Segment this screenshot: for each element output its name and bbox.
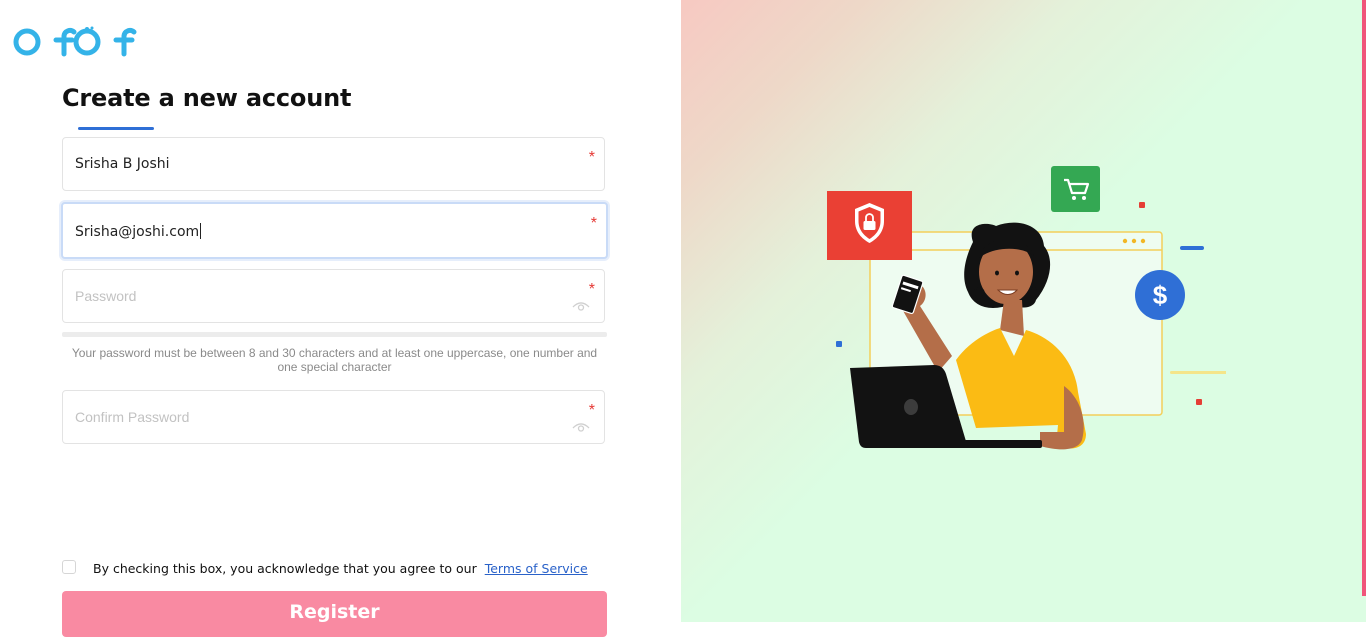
confetti-dot	[836, 341, 842, 347]
confetti-line	[1170, 371, 1226, 374]
required-marker: *	[588, 402, 595, 419]
confetti-line	[1180, 246, 1204, 250]
terms-agreement: By checking this box, you acknowledge th…	[93, 561, 588, 576]
svg-text:$: $	[1153, 280, 1168, 310]
register-button[interactable]: Register	[62, 591, 607, 637]
required-marker: *	[590, 215, 597, 232]
shopping-cart-icon	[1051, 166, 1100, 212]
title-underline	[78, 127, 154, 130]
required-marker: *	[588, 149, 595, 166]
email-value: Srisha@joshi.com	[75, 223, 202, 240]
show-password-eye-icon[interactable]	[572, 300, 590, 312]
browser-dots	[1122, 238, 1146, 244]
confirm-password-placeholder: Confirm Password	[75, 409, 190, 425]
password-field[interactable]: Password *	[62, 269, 605, 323]
full-name-value: Srisha B Joshi	[75, 156, 170, 172]
password-placeholder: Password	[75, 288, 137, 304]
terms-of-service-link[interactable]: Terms of Service	[485, 561, 588, 576]
scrollbar[interactable]	[1362, 0, 1366, 596]
text-caret	[200, 223, 202, 239]
full-name-field[interactable]: Srisha B Joshi *	[62, 137, 605, 191]
shopping-security-illustration: $	[827, 166, 1226, 450]
terms-checkbox[interactable]	[62, 560, 76, 574]
show-confirm-password-eye-icon[interactable]	[572, 421, 590, 433]
registration-panel: Create a new account Srisha B Joshi * Sr…	[0, 0, 681, 637]
terms-agreement-text: By checking this box, you acknowledge th…	[93, 561, 477, 576]
password-strength-bar	[62, 332, 607, 337]
shield-lock-icon	[827, 191, 912, 260]
required-marker: *	[588, 281, 595, 298]
confetti-dot	[1196, 399, 1202, 405]
page-title: Create a new account	[62, 84, 352, 112]
illustration-panel: $	[681, 0, 1366, 622]
dollar-icon: $	[1135, 270, 1185, 320]
confirm-password-field[interactable]: Confirm Password *	[62, 390, 605, 444]
email-field[interactable]: Srisha@joshi.com *	[61, 202, 608, 259]
confetti-dot	[1139, 202, 1145, 208]
ofofo-logo[interactable]	[12, 22, 152, 62]
password-hint: Your password must be between 8 and 30 c…	[71, 346, 598, 374]
